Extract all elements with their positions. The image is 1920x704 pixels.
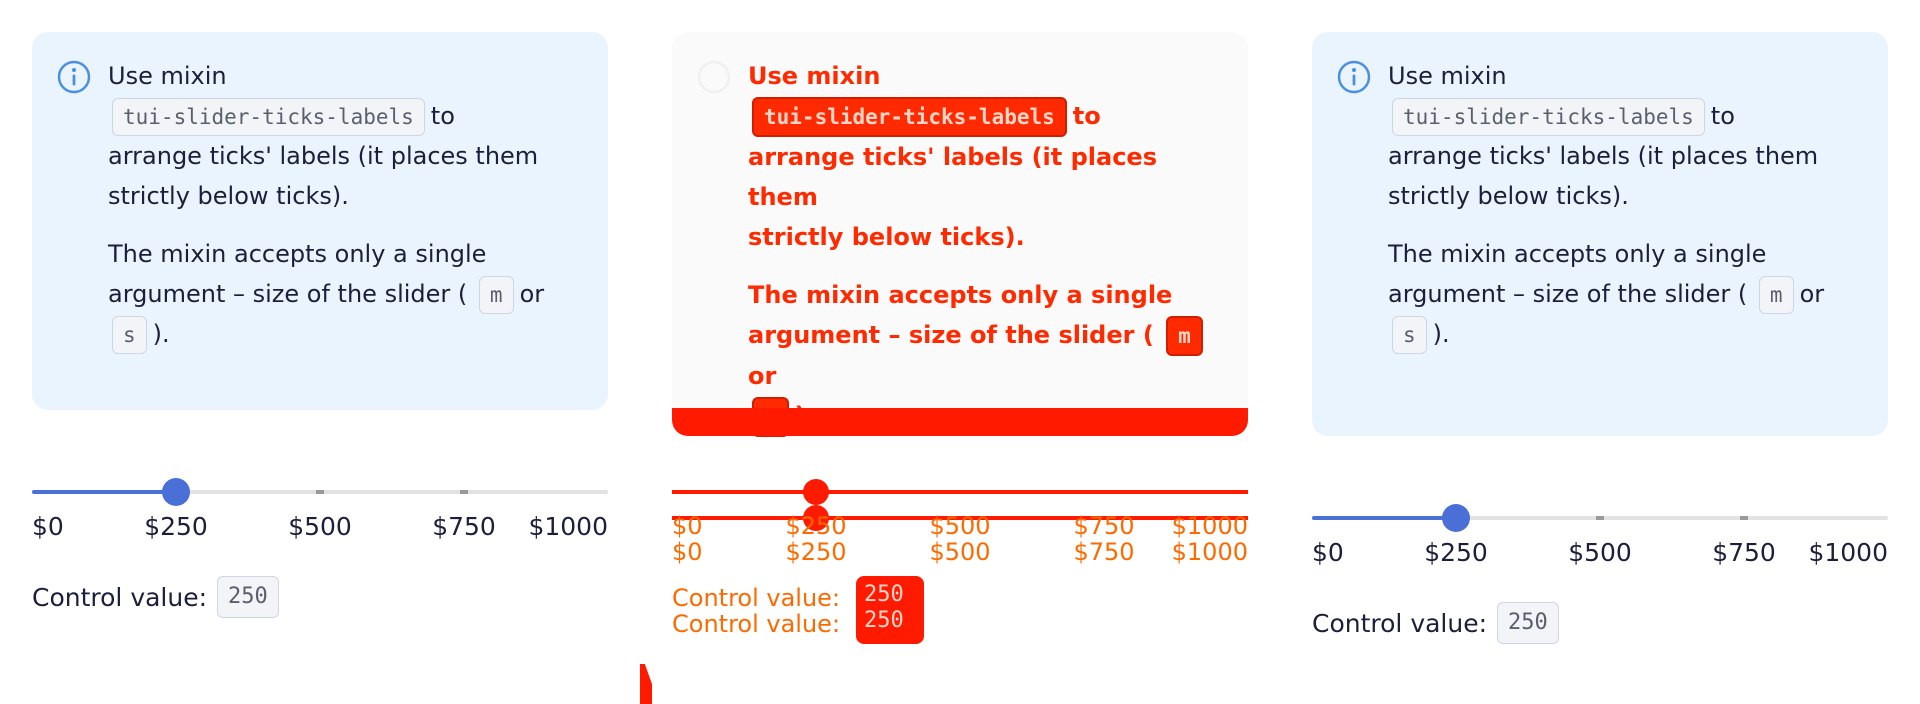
control-value-diff: 250 250 <box>856 576 924 644</box>
diff-corner <box>640 664 652 704</box>
price-slider[interactable] <box>32 472 608 512</box>
tick-label: $500 <box>1568 538 1632 567</box>
size-s-code: s <box>1392 316 1427 354</box>
notice-text: or <box>1799 280 1825 308</box>
tick-label: $1000 <box>1171 538 1248 566</box>
notice-text: arrange ticks' labels (it places them <box>108 142 539 170</box>
tick-label: $250 <box>785 538 847 566</box>
slider-tick <box>460 490 468 494</box>
tick-label: $500 <box>929 512 991 540</box>
slider-tick-labels: $0 $250 $500 $750 $1000 <box>1312 538 1888 574</box>
mixin-code: tui-slider-ticks-labels <box>752 97 1067 137</box>
tick-label: $1000 <box>528 512 608 541</box>
notice-text: strictly below ticks). <box>1388 182 1629 210</box>
notice-text: strictly below ticks). <box>748 223 1025 251</box>
notice-paragraph-1: Use mixin tui-slider-ticks-labels to arra… <box>108 56 572 216</box>
slider-tick-labels-diff: $0 $250 $500 $750 $1000 <box>672 512 1248 540</box>
tick-label: $0 <box>672 538 703 566</box>
notice-text: The mixin accepts only a single <box>748 281 1173 309</box>
notice-text: Use mixin <box>1388 62 1507 90</box>
info-notice-diff: Use mixin tui-slider-ticks-labels to arra… <box>672 32 1248 437</box>
notice-text: strictly below ticks). <box>108 182 349 210</box>
notice-text: ). <box>1432 320 1450 348</box>
notice-text: argument – size of the slider ( <box>1388 280 1748 308</box>
tick-label: $0 <box>672 512 703 540</box>
tick-label: $0 <box>1312 538 1344 567</box>
control-value-label-diff: Control value: <box>672 610 841 638</box>
control-value: 250 <box>864 582 904 607</box>
control-value-label-diff: Control value: <box>672 584 841 612</box>
control-value-row: Control value: 250 <box>1312 602 1565 644</box>
slider-tick <box>316 490 324 494</box>
notice-text: The mixin accepts only a single <box>1388 240 1767 268</box>
slider-tick-labels: $0 $250 $500 $750 $1000 <box>32 512 608 548</box>
mixin-code: tui-slider-ticks-labels <box>1392 98 1705 136</box>
slider-fill <box>32 490 176 494</box>
tick-label: $0 <box>32 512 64 541</box>
notice-text: Use mixin <box>108 62 227 90</box>
slider-tick <box>1740 516 1748 520</box>
control-value-label: Control value: <box>32 582 208 612</box>
control-value: 250 <box>1497 602 1559 644</box>
tick-label: $1000 <box>1171 512 1248 540</box>
control-value: 250 <box>864 608 904 633</box>
size-m-code: m <box>1758 276 1794 314</box>
notice-text: or <box>748 362 777 390</box>
tick-label: $500 <box>288 512 352 541</box>
slider-track-diff <box>672 490 1248 494</box>
notice-text: The mixin accepts only a single <box>108 240 487 268</box>
slider-tick <box>1596 516 1604 520</box>
slider-thumb[interactable] <box>1442 504 1470 532</box>
tick-label: $250 <box>144 512 208 541</box>
example-panel-right: Use mixin tui-slider-ticks-labels to arra… <box>1280 0 1920 704</box>
mixin-code: tui-slider-ticks-labels <box>112 98 425 136</box>
tick-label: $500 <box>929 538 991 566</box>
size-m-code: m <box>1166 316 1203 356</box>
tick-label: $750 <box>1712 538 1776 567</box>
notice-paragraph-1: Use mixin tui-slider-ticks-labels to arra… <box>1388 56 1852 216</box>
slider-thumb-diff <box>803 479 829 505</box>
notice-text: to <box>1710 102 1735 130</box>
example-panel-diff: Use mixin tui-slider-ticks-labels to arra… <box>640 0 1280 704</box>
control-value-label: Control value: <box>1312 608 1488 638</box>
notice-text: ). <box>152 320 170 348</box>
info-icon <box>1337 60 1371 94</box>
notice-text: arrange ticks' labels (it places them <box>748 143 1157 211</box>
notice-text: argument – size of the slider ( <box>748 321 1154 349</box>
slider-tick-labels-diff: $0 $250 $500 $750 $1000 <box>672 538 1248 566</box>
size-m-code: m <box>478 276 514 314</box>
diff-bar <box>672 408 1248 436</box>
info-notice: Use mixin tui-slider-ticks-labels to arra… <box>32 32 608 410</box>
price-slider[interactable] <box>1312 498 1888 538</box>
slider-fill <box>1312 516 1456 520</box>
notice-paragraph-2: The mixin accepts only a single argument… <box>108 234 572 354</box>
control-value-row: Control value: 250 <box>32 576 285 618</box>
tick-label: $750 <box>432 512 496 541</box>
info-icon <box>697 60 731 94</box>
tick-label: $1000 <box>1808 538 1888 567</box>
notice-text: or <box>519 280 545 308</box>
control-value: 250 <box>217 576 279 618</box>
notice-text: arrange ticks' labels (it places them <box>1388 142 1819 170</box>
slider-thumb[interactable] <box>162 478 190 506</box>
size-s-code: s <box>112 316 147 354</box>
notice-text: to <box>1072 102 1101 130</box>
notice-paragraph-2: The mixin accepts only a single argument… <box>1388 234 1852 354</box>
tick-label: $250 <box>1424 538 1488 567</box>
example-panel-left: Use mixin tui-slider-ticks-labels to arra… <box>0 0 640 704</box>
notice-text: Use mixin <box>748 62 881 90</box>
tick-label: $250 <box>785 512 847 540</box>
notice-paragraph-1: Use mixin tui-slider-ticks-labels to arra… <box>748 56 1212 257</box>
tick-label: $750 <box>1073 512 1135 540</box>
info-icon <box>57 60 91 94</box>
info-notice: Use mixin tui-slider-ticks-labels to arra… <box>1312 32 1888 436</box>
tick-label: $750 <box>1073 538 1135 566</box>
notice-text: to <box>430 102 455 130</box>
notice-text: argument – size of the slider ( <box>108 280 468 308</box>
